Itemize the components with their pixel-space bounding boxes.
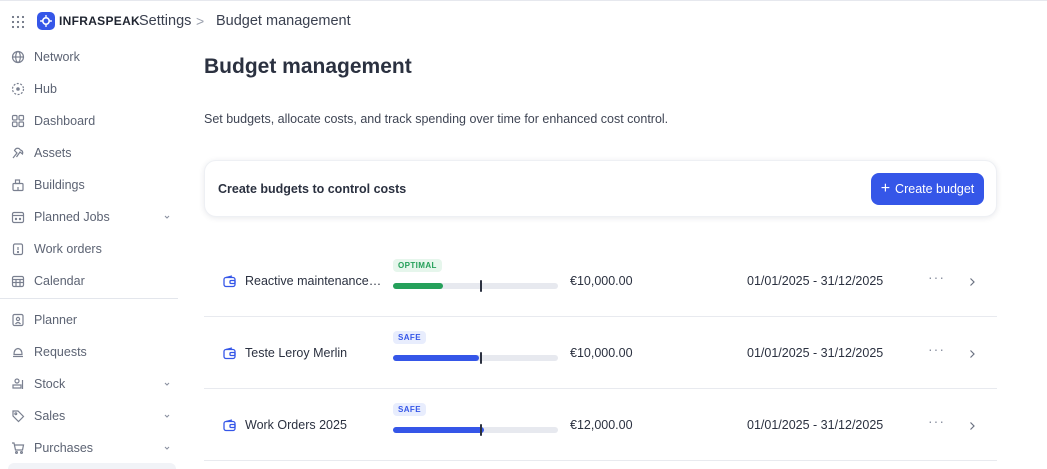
- brand-name: INFRASPEAK: [59, 14, 141, 28]
- sidebar-item-label: Dashboard: [34, 114, 96, 128]
- sidebar-item-label: Work orders: [34, 242, 102, 256]
- budget-progress-fill: [393, 427, 484, 433]
- budget-target-marker: [480, 424, 482, 436]
- sidebar-item-label: Sales: [34, 409, 66, 423]
- budget-amount: €10,000.00: [570, 274, 633, 288]
- budget-icon: [223, 419, 236, 432]
- bell-icon: [11, 345, 25, 359]
- chevron-right-icon[interactable]: [966, 419, 978, 431]
- clipboard-icon: [11, 242, 25, 256]
- budget-target-marker: [480, 352, 482, 364]
- page-description: Set budgets, allocate costs, and track s…: [204, 112, 669, 126]
- sidebar-item-label: Calendar: [34, 274, 85, 288]
- status-badge: OPTIMAL: [393, 259, 442, 272]
- brand-mark-icon: [37, 12, 55, 30]
- budget-name[interactable]: Work Orders 2025: [245, 418, 347, 432]
- budget-name[interactable]: Teste Leroy Merlin: [245, 346, 347, 360]
- budget-row[interactable]: Teste Leroy Merlin SAFE €10,000.00 01/01…: [204, 317, 997, 389]
- budget-row[interactable]: Work Orders 2025 SAFE €12,000.00 01/01/2…: [204, 389, 997, 461]
- more-options-icon[interactable]: ···: [928, 269, 945, 285]
- sidebar-item-calendar[interactable]: Calendar: [0, 265, 178, 297]
- budget-period: 01/01/2025 - 31/12/2025: [747, 418, 884, 432]
- create-budget-button[interactable]: + Create budget: [871, 173, 984, 205]
- sidebar-item-planner[interactable]: Planner: [0, 304, 178, 336]
- sidebar-item-sales[interactable]: Sales: [0, 400, 178, 432]
- sidebar-item-label: Planner: [34, 313, 78, 327]
- planner-icon: [11, 313, 25, 327]
- sidebar-item-label: Requests: [34, 345, 87, 359]
- budget-icon: [223, 347, 236, 360]
- budget-progress-fill: [393, 355, 479, 361]
- calendar-icon: [11, 274, 25, 288]
- stock-icon: [11, 377, 25, 391]
- budget-row[interactable]: Reactive maintenance b... OPTIMAL €10,00…: [204, 245, 997, 317]
- sidebar: Network Hub Dashboard Assets Buildings P…: [0, 40, 180, 469]
- sidebar-item-hub[interactable]: Hub: [0, 73, 178, 105]
- status-badge: SAFE: [393, 403, 426, 416]
- globe-icon: [11, 50, 25, 64]
- budget-amount: €10,000.00: [570, 346, 633, 360]
- breadcrumb-current: Budget management: [216, 13, 351, 29]
- app-header: INFRASPEAK Settings > Budget management: [0, 8, 1047, 36]
- chevron-down-icon[interactable]: [161, 441, 173, 453]
- sidebar-item-label: Stock: [34, 377, 66, 391]
- assets-icon: [11, 146, 25, 160]
- sidebar-item-label: Buildings: [34, 178, 85, 192]
- budget-progress-bar: [393, 424, 558, 436]
- sidebar-item-next[interactable]: [8, 463, 176, 469]
- calendar-check-icon: [11, 210, 25, 224]
- budget-target-marker: [480, 280, 482, 292]
- tag-icon: [11, 409, 25, 423]
- chevron-down-icon[interactable]: [161, 210, 173, 222]
- sidebar-item-buildings[interactable]: Buildings: [0, 169, 178, 201]
- budget-period: 01/01/2025 - 31/12/2025: [747, 346, 884, 360]
- budget-icon: [223, 275, 236, 288]
- sidebar-item-dashboard[interactable]: Dashboard: [0, 105, 178, 137]
- breadcrumb-separator: >: [196, 13, 205, 29]
- plus-icon: +: [880, 180, 891, 197]
- sidebar-item-label: Network: [34, 50, 80, 64]
- budget-period: 01/01/2025 - 31/12/2025: [747, 274, 884, 288]
- more-options-icon[interactable]: ···: [928, 341, 945, 357]
- top-border: [0, 0, 1047, 3]
- chevron-right-icon[interactable]: [966, 347, 978, 359]
- create-budget-label: Create budget: [895, 182, 975, 196]
- cart-icon: [11, 441, 25, 455]
- hub-icon: [11, 82, 25, 96]
- budget-progress-fill: [393, 283, 443, 289]
- sidebar-item-label: Hub: [34, 82, 57, 96]
- sidebar-item-work-orders[interactable]: Work orders: [0, 233, 178, 265]
- more-options-icon[interactable]: ···: [928, 413, 945, 429]
- budget-amount: €12,000.00: [570, 418, 633, 432]
- budget-progress-bar: [393, 280, 558, 292]
- dashboard-icon: [11, 114, 25, 128]
- create-budget-prompt: Create budgets to control costs: [218, 182, 407, 196]
- sidebar-divider: [0, 298, 178, 299]
- sidebar-item-assets[interactable]: Assets: [0, 137, 178, 169]
- page-title: Budget management: [204, 55, 412, 78]
- create-budget-card: Create budgets to control costs + Create…: [204, 160, 997, 217]
- sidebar-item-label: Assets: [34, 146, 72, 160]
- grid-dots-icon[interactable]: [11, 15, 25, 29]
- sidebar-item-network[interactable]: Network: [0, 41, 178, 73]
- breadcrumb-settings[interactable]: Settings: [139, 13, 191, 29]
- sidebar-item-purchases[interactable]: Purchases: [0, 432, 178, 464]
- budget-name[interactable]: Reactive maintenance b...: [245, 274, 383, 288]
- sidebar-item-requests[interactable]: Requests: [0, 336, 178, 368]
- sidebar-item-planned-jobs[interactable]: Planned Jobs: [0, 201, 178, 233]
- sidebar-item-stock[interactable]: Stock: [0, 368, 178, 400]
- sidebar-item-label: Purchases: [34, 441, 94, 455]
- budget-progress-bar: [393, 352, 558, 364]
- brand-logo[interactable]: INFRASPEAK: [37, 12, 140, 30]
- chevron-down-icon[interactable]: [161, 409, 173, 421]
- building-icon: [11, 178, 25, 192]
- chevron-down-icon[interactable]: [161, 377, 173, 389]
- chevron-right-icon[interactable]: [966, 275, 978, 287]
- sidebar-item-label: Planned Jobs: [34, 210, 110, 224]
- status-badge: SAFE: [393, 331, 426, 344]
